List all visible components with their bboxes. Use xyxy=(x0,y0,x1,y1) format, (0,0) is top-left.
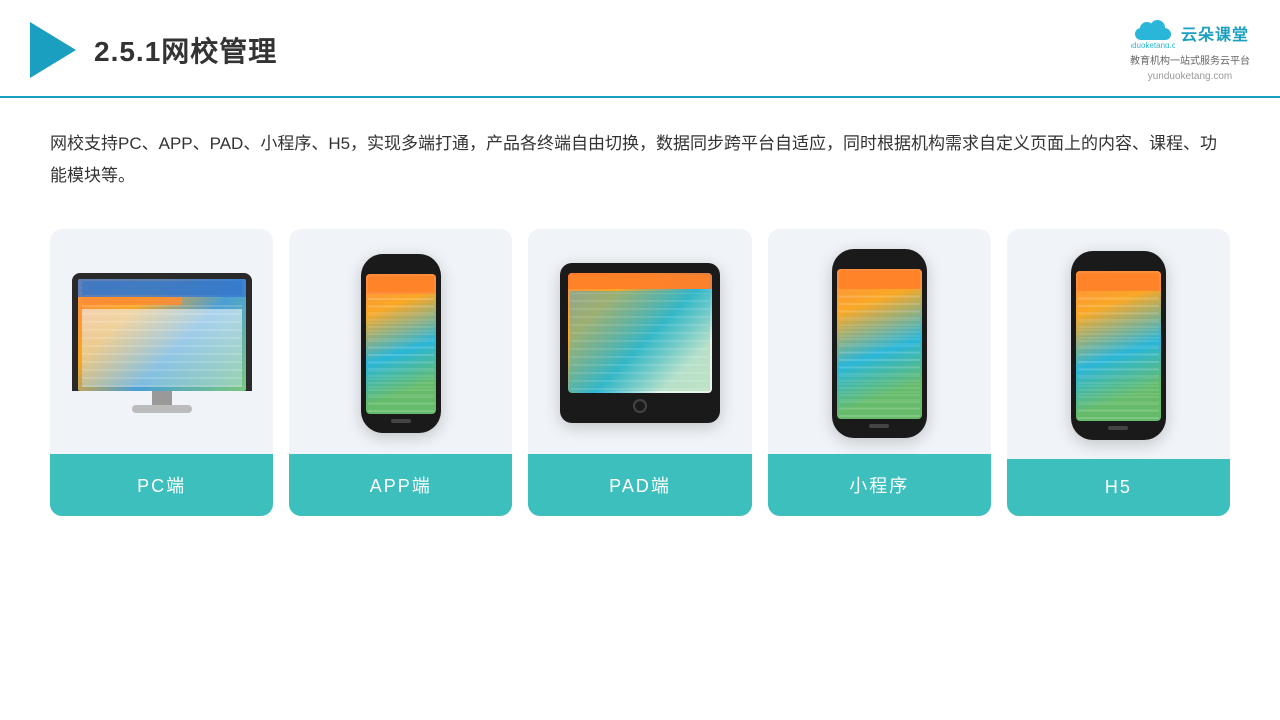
logo-triangle-icon xyxy=(30,22,76,78)
page-header: 2.5.1网校管理 yunduoketang.com 云朵课堂 教育机构一站式服… xyxy=(0,0,1280,98)
card-app-image xyxy=(289,229,512,454)
miniprogram-phone-icon xyxy=(832,249,927,438)
card-app-label: APP端 xyxy=(289,454,512,516)
brand-tagline: 教育机构一站式服务云平台 xyxy=(1130,52,1250,67)
h5-phone-icon xyxy=(1071,251,1166,440)
header-left: 2.5.1网校管理 xyxy=(30,22,277,78)
main-content: 网校支持PC、APP、PAD、小程序、H5，实现多端打通，产品各终端自由切换，数… xyxy=(0,98,1280,536)
card-pad: PAD端 xyxy=(528,229,751,516)
pad-tablet-icon xyxy=(560,263,720,423)
card-pad-label: PAD端 xyxy=(528,454,751,516)
cards-container: PC端 APP端 xyxy=(50,229,1230,516)
card-miniprogram-label: 小程序 xyxy=(768,454,991,516)
svg-text:yunduoketang.com: yunduoketang.com xyxy=(1131,41,1175,48)
card-pc: PC端 xyxy=(50,229,273,516)
app-phone-icon xyxy=(361,254,441,433)
card-pc-image xyxy=(50,229,273,454)
cloud-logo-icon: yunduoketang.com xyxy=(1131,18,1175,48)
card-miniprogram: 小程序 xyxy=(768,229,991,516)
brand-area: yunduoketang.com 云朵课堂 教育机构一站式服务云平台 yundu… xyxy=(1130,18,1250,82)
card-h5-label: H5 xyxy=(1007,459,1230,516)
card-pc-label: PC端 xyxy=(50,454,273,516)
brand-logo: yunduoketang.com 云朵课堂 xyxy=(1131,18,1249,48)
page-title: 2.5.1网校管理 xyxy=(94,30,277,70)
card-pad-image xyxy=(528,229,751,454)
card-h5: H5 xyxy=(1007,229,1230,516)
card-miniprogram-image xyxy=(768,229,991,454)
brand-name-text: 云朵课堂 xyxy=(1181,21,1249,45)
card-app: APP端 xyxy=(289,229,512,516)
pc-monitor-icon xyxy=(72,273,252,413)
card-h5-image xyxy=(1007,229,1230,459)
brand-url: yunduoketang.com xyxy=(1148,71,1233,82)
description-text: 网校支持PC、APP、PAD、小程序、H5，实现多端打通，产品各终端自由切换，数… xyxy=(50,128,1230,193)
